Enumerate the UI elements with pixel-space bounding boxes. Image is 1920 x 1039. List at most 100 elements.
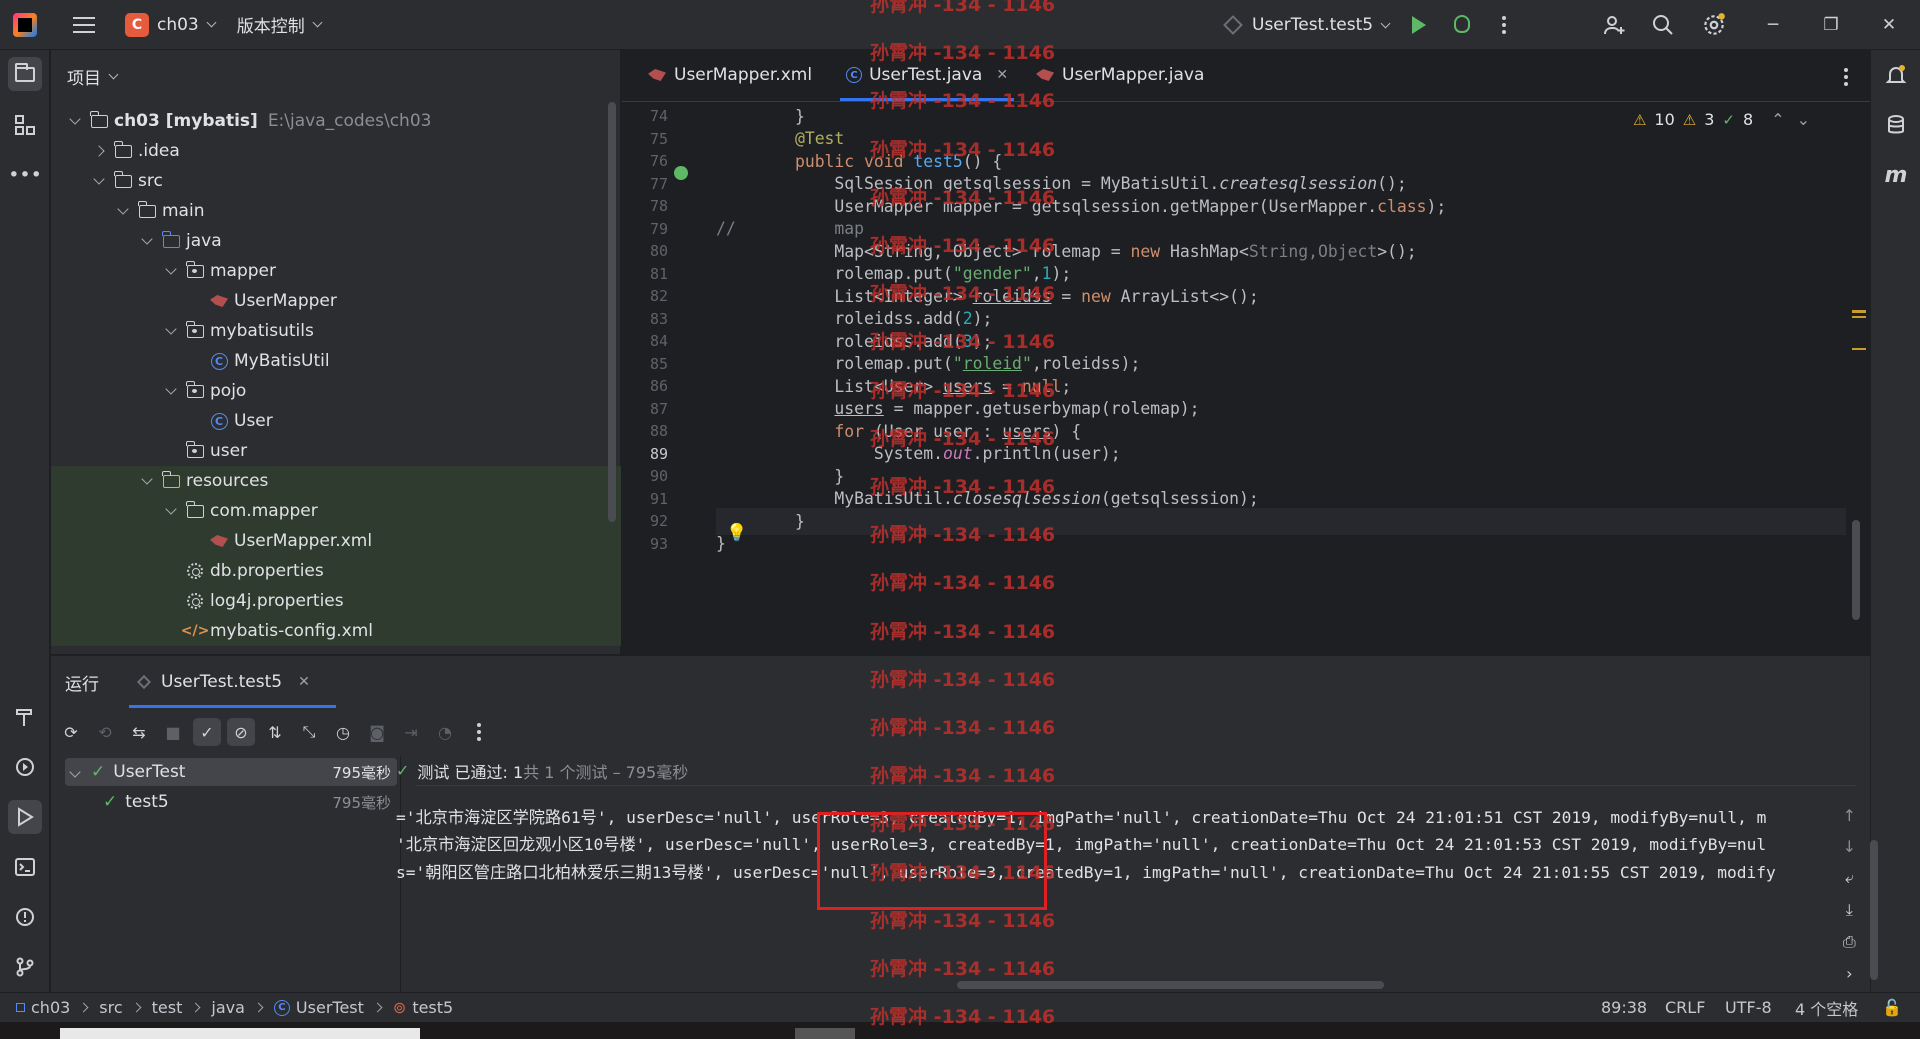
console-side-toolbar: ↑ ↓ ⤶ ⤓ ⎙ › [1843,806,1856,983]
run-icon[interactable] [1412,16,1426,34]
close-icon[interactable]: ✕ [996,67,1008,83]
line-separator[interactable]: CRLF [1665,998,1705,1017]
build-tool-button[interactable] [8,700,42,734]
project-switcher[interactable]: C ch03 [125,12,217,37]
sort-icon[interactable]: ⇅ [261,718,289,746]
warning-stripe[interactable] [1852,316,1866,318]
lightbulb-icon[interactable]: 💡 [726,523,747,543]
vcs-menu[interactable]: 版本控制 [236,12,323,37]
soft-wrap-icon[interactable]: ⤶ [1845,868,1854,888]
tree-item-user-package[interactable]: user [51,436,621,466]
more-icon[interactable] [465,718,493,746]
tree-item-root[interactable]: ch03 [mybatis] E:\java_codes\ch03 [51,106,621,136]
tree-item-pojo[interactable]: pojo [51,376,621,406]
notifications-tool-button[interactable] [1879,58,1913,92]
test-row-usertest[interactable]: ✓ UserTest 795毫秒 [65,758,397,786]
console-output[interactable]: ✓ 测试 已通过: 1 共 1 个测试 – 795毫秒 ='北京市海淀区学院路6… [396,756,1878,993]
taskbar-item[interactable] [795,1028,855,1039]
more-actions-icon[interactable] [1502,16,1506,34]
editor-scrollbar[interactable] [1852,520,1860,620]
structure-tool-button[interactable] [8,108,42,142]
taskbar-thumbnail[interactable] [60,1028,420,1039]
tree-item-mapper[interactable]: mapper [51,256,621,286]
rerun-failed-icon[interactable]: ⟲ [91,718,119,746]
run-config-selector[interactable]: UserTest.test5 [1223,0,1391,50]
show-ignored-icon[interactable]: ⊘ [227,718,255,746]
arrow-up-icon[interactable]: ↑ [1843,806,1856,825]
terminal-tool-button[interactable] [8,850,42,884]
tree-item-resources[interactable]: resources [51,466,621,496]
print-icon[interactable]: ⎙ [1843,932,1856,952]
tree-item-mybatisutil[interactable]: C MyBatisUtil [51,346,621,376]
breadcrumb-item[interactable]: java [211,998,245,1017]
project-panel-header[interactable]: 项目 [51,50,620,102]
settings-gear-icon[interactable] [1701,12,1727,43]
tree-item-com-mapper[interactable]: com.mapper [51,496,621,526]
problems-tool-button[interactable] [8,900,42,934]
tree-item-user-class[interactable]: C User [51,406,621,436]
indent-setting[interactable]: 4 个空格 [1795,996,1858,1020]
project-scrollbar[interactable] [608,102,616,522]
close-button[interactable]: ✕ [1860,0,1918,50]
toggle-auto-test-icon[interactable]: ⇆ [125,718,153,746]
tree-item-usermapper[interactable]: UserMapper [51,286,621,316]
show-passed-icon[interactable]: ✓ [193,718,221,746]
database-tool-button[interactable] [1879,108,1913,142]
rerun-icon[interactable]: ⟳ [57,718,85,746]
minimize-button[interactable]: ─ [1744,0,1802,50]
console-line: s='朝阳区管庄路口北柏林爱乐三期13号楼', userDesc='null',… [396,863,1776,882]
tree-item-db-properties[interactable]: db.properties [51,556,621,586]
debug-icon[interactable] [1454,15,1470,33]
breadcrumb-item[interactable]: test [152,998,183,1017]
breadcrumb-item[interactable]: ch03 [31,998,70,1017]
vcs-label: 版本控制 [236,17,305,37]
tree-item-mybatis-config[interactable]: </> mybatis-config.xml [51,616,621,646]
breadcrumb-item[interactable]: UserTest [296,998,364,1017]
history-icon[interactable]: ◷ [329,718,357,746]
search-icon[interactable] [1651,13,1675,42]
add-user-icon[interactable] [1602,13,1626,42]
breadcrumb-item[interactable]: src [99,998,122,1017]
collapse-icon[interactable]: ⤡ [295,718,323,746]
tree-item-usermapper-xml[interactable]: UserMapper.xml [51,526,621,556]
run-tool-button[interactable] [8,800,42,834]
code-area[interactable]: } @Test public void test5() { SqlSession… [716,103,1846,654]
restore-button[interactable]: ❐ [1802,0,1860,50]
test-row-test5[interactable]: ✓ test5 795毫秒 [65,788,397,816]
tree-item-log4j-properties[interactable]: log4j.properties [51,586,621,616]
import-icon[interactable]: ⇥ [397,718,425,746]
tree-item-mybatisutils[interactable]: mybatisutils [51,316,621,346]
services-tool-button[interactable] [8,750,42,784]
tree-item-main[interactable]: main [51,196,621,226]
tab-usermapper-xml[interactable]: UserMapper.xml [636,49,824,101]
arrow-down-icon[interactable]: ↓ [1843,837,1856,856]
stop-icon[interactable]: ■ [159,718,187,746]
caret-position[interactable]: 89:38 [1601,998,1647,1017]
warning-stripe[interactable] [1852,310,1866,313]
close-icon[interactable]: ✕ [298,674,310,690]
main-menu-icon[interactable] [73,16,95,33]
file-encoding[interactable]: UTF-8 [1725,998,1772,1017]
breadcrumb-item[interactable]: test5 [412,998,453,1017]
more-tools-button[interactable]: ••• [8,158,42,192]
properties-icon [187,563,203,579]
tree-item-idea[interactable]: .idea [51,136,621,166]
tab-usertest-java[interactable]: C UserTest.java ✕ [834,49,1020,101]
run-tab[interactable]: UserTest.test5 ✕ [129,656,336,708]
console-horizontal-scrollbar[interactable] [957,981,1384,989]
scroll-to-end-icon[interactable]: ⤓ [1846,900,1853,920]
console-vertical-scrollbar[interactable] [1870,840,1878,980]
run-test-gutter-icon[interactable] [674,166,688,180]
coverage-icon[interactable]: ◔ [431,718,459,746]
chevron-right-icon[interactable]: › [1846,964,1852,983]
lock-icon[interactable]: 🔓 [1882,998,1902,1017]
tree-item-java[interactable]: java [51,226,621,256]
tree-item-src[interactable]: src [51,166,621,196]
camera-icon[interactable]: ◙ [363,718,391,746]
tabs-more-icon[interactable] [1844,68,1848,86]
maven-m-icon[interactable]: m [1879,158,1913,192]
project-tool-button[interactable] [8,57,42,91]
tab-usermapper-java[interactable]: UserMapper.java [1024,49,1216,101]
git-tool-button[interactable] [8,950,42,984]
warning-stripe[interactable] [1852,348,1866,350]
